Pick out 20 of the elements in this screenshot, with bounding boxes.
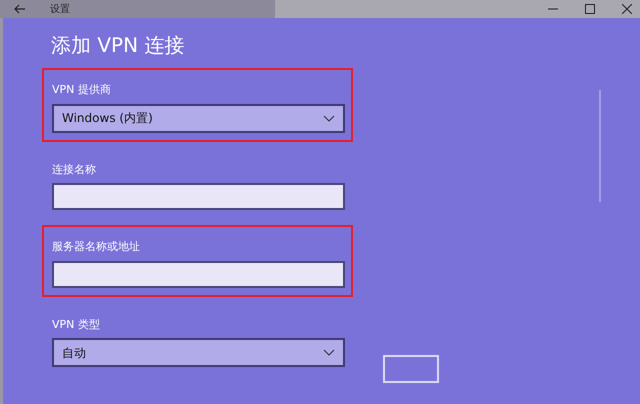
dropdown[interactable]: Windows (内置) [52, 104, 345, 132]
back-button[interactable] [14, 4, 26, 14]
field-label: VPN 类型 [52, 316, 100, 332]
input-field[interactable] [52, 183, 345, 210]
chevron-down-icon [323, 349, 335, 356]
scrollbar[interactable] [599, 90, 601, 202]
input-field[interactable] [52, 260, 345, 288]
field-label: 服务器名称或地址 [52, 239, 140, 255]
dropdown[interactable]: 自动 [52, 338, 345, 367]
field-label: 连接名称 [52, 162, 96, 178]
close-icon [622, 4, 632, 14]
window-title: 设置 [50, 2, 70, 16]
close-button[interactable] [622, 4, 632, 14]
chevron-down-icon [323, 114, 335, 122]
field-label: VPN 提供商 [52, 82, 111, 98]
back-icon [14, 4, 26, 14]
outlined-button[interactable] [383, 355, 439, 383]
maximize-icon [585, 4, 595, 14]
maximize-button[interactable] [585, 4, 595, 14]
page-heading: 添加 VPN 连接 [51, 32, 186, 58]
